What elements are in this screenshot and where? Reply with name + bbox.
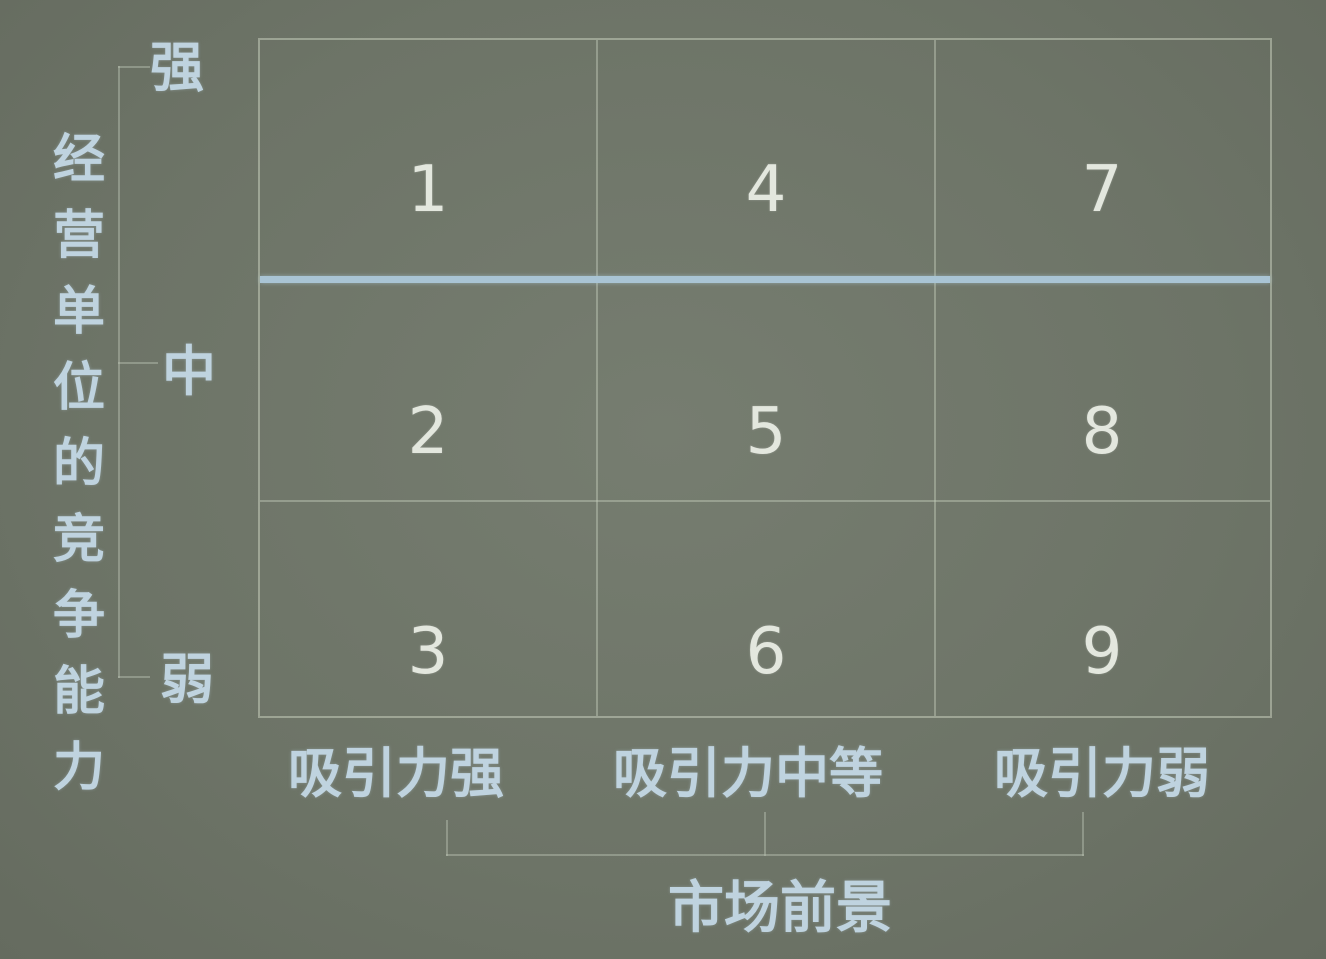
y-axis-title-char: 力 <box>52 738 105 798</box>
column-label-weak: 吸引力弱 <box>994 742 1210 805</box>
x-bracket-left-tick <box>446 820 448 856</box>
x-bracket-right-tick <box>1082 812 1084 856</box>
y-axis-title-char: 争 <box>52 586 105 646</box>
y-axis-title-char: 竞 <box>52 510 105 570</box>
y-bracket-vertical <box>118 66 120 678</box>
slide: 经 营 单 位 的 竞 争 能 力 强 中 弱 1 4 7 2 5 8 3 6 … <box>0 0 1326 959</box>
y-axis-title-char: 能 <box>52 662 105 722</box>
y-bracket-bottom-tick <box>118 676 150 678</box>
grid-column-divider <box>934 40 936 716</box>
column-label-strong: 吸引力强 <box>288 742 504 805</box>
grid-row-divider-highlight <box>260 276 1270 283</box>
cell-number: 1 <box>407 153 449 227</box>
y-axis-title-char: 单 <box>52 282 105 342</box>
row-label-strong: 强 <box>150 36 204 99</box>
cell-number: 5 <box>745 395 787 469</box>
y-axis-title-char: 位 <box>52 358 105 418</box>
row-label-medium: 中 <box>162 340 216 403</box>
y-bracket-mid-tick <box>118 362 158 364</box>
cell-number: 9 <box>1081 615 1123 689</box>
cell-number: 7 <box>1081 153 1123 227</box>
y-axis-title: 经 营 单 位 的 竞 争 能 力 <box>44 122 114 806</box>
y-bracket-top-tick <box>118 66 150 68</box>
grid-row-divider <box>260 500 1270 502</box>
cell-number: 6 <box>745 615 787 689</box>
cell-number: 8 <box>1081 395 1123 469</box>
y-axis-title-char: 的 <box>52 434 105 494</box>
grid-column-divider <box>596 40 598 716</box>
matrix-grid: 1 4 7 2 5 8 3 6 9 <box>258 38 1272 718</box>
y-axis-title-char: 营 <box>52 206 105 266</box>
cell-number: 2 <box>407 395 449 469</box>
row-label-weak: 弱 <box>160 648 214 711</box>
y-axis-title-char: 经 <box>52 130 105 190</box>
x-bracket-horizontal <box>446 854 1084 856</box>
x-axis-title: 市场前景 <box>668 876 892 941</box>
cell-number: 3 <box>407 615 449 689</box>
column-label-medium: 吸引力中等 <box>613 742 883 805</box>
cell-number: 4 <box>745 153 787 227</box>
x-bracket-mid-tick <box>764 812 766 856</box>
